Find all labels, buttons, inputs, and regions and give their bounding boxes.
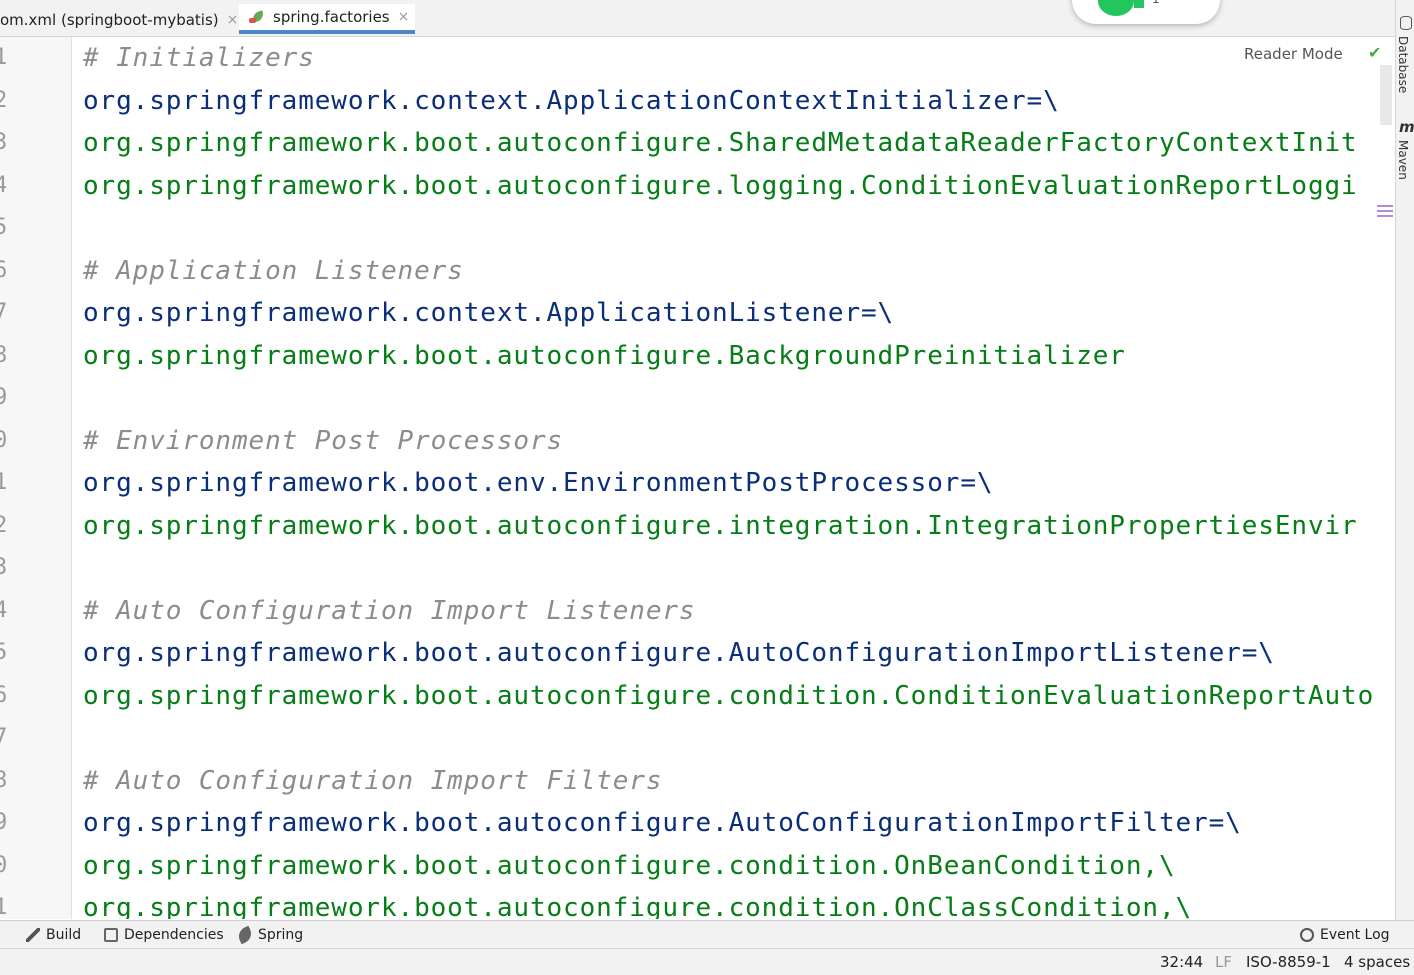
close-icon[interactable]: × — [398, 9, 410, 25]
code-line[interactable]: # Auto Configuration Import Filters — [83, 761, 662, 801]
code-line[interactable]: org.springframework.boot.autoconfigure.c… — [83, 846, 1176, 886]
code-editor[interactable]: Reader Mode ✔ # Initializers org.springfr… — [72, 37, 1393, 919]
line-number-gutter[interactable]: 1 2 3 4 5 6 7 8 9 0 1 2 3 4 5 6 7 8 9 0 1 — [0, 37, 72, 919]
tab-label: spring.factories — [273, 8, 390, 26]
code-line[interactable]: org.springframework.boot.env.Environment… — [83, 463, 993, 503]
close-icon[interactable]: × — [227, 12, 239, 28]
code-line[interactable]: # Application Listeners — [83, 251, 464, 291]
inspection-ok-icon[interactable]: ✔ — [1368, 43, 1381, 62]
hammer-icon — [26, 928, 40, 942]
event-log-tool-button[interactable]: Event Log — [1300, 927, 1390, 943]
database-tool-button[interactable]: Database — [1396, 36, 1410, 93]
line-number: 2 — [0, 511, 7, 541]
line-separator[interactable]: LF — [1215, 953, 1232, 971]
tool-window-bar: Build Dependencies Spring Event Log — [0, 920, 1414, 949]
line-number: 0 — [0, 851, 7, 881]
spring-tool-button[interactable]: Spring — [235, 925, 304, 945]
code-line[interactable]: # Environment Post Processors — [83, 421, 563, 461]
tab-pom-xml[interactable]: om.xml (springboot-mybatis) × — [0, 6, 238, 34]
code-line[interactable]: org.springframework.boot.autoconfigure.A… — [83, 803, 1242, 843]
scroll-marker[interactable] — [1377, 210, 1393, 212]
line-number: 1 — [0, 893, 7, 919]
line-number: 0 — [0, 426, 7, 456]
line-number: 6 — [0, 681, 7, 711]
line-number: 9 — [0, 383, 7, 413]
spring-leaf-icon — [235, 925, 255, 945]
code-line[interactable]: org.springframework.boot.autoconfigure.B… — [83, 336, 1126, 376]
widget-count: 1 — [1152, 0, 1160, 6]
code-line[interactable]: org.springframework.boot.autoconfigure.i… — [83, 506, 1358, 546]
maven-icon[interactable]: m — [1399, 118, 1414, 136]
line-number: 3 — [0, 553, 7, 583]
line-number: 2 — [0, 86, 7, 116]
line-number: 8 — [0, 766, 7, 796]
caret-position[interactable]: 32:44 — [1160, 953, 1203, 971]
line-number: 7 — [0, 298, 7, 328]
event-log-label: Event Log — [1320, 927, 1390, 943]
code-line[interactable]: # Auto Configuration Import Listeners — [83, 591, 695, 631]
line-number: 5 — [0, 638, 7, 668]
right-tool-sidebar: Database m Maven — [1395, 0, 1414, 920]
battery-icon — [1134, 0, 1144, 8]
code-line[interactable]: org.springframework.boot.autoconfigure.S… — [83, 123, 1358, 163]
dependencies-label: Dependencies — [124, 927, 224, 943]
build-tool-button[interactable]: Build — [26, 927, 81, 943]
reader-mode-button[interactable]: Reader Mode — [1244, 45, 1343, 63]
line-number: 4 — [0, 596, 7, 626]
line-number: 6 — [0, 256, 7, 286]
database-icon[interactable] — [1400, 16, 1412, 30]
dependencies-tool-button[interactable]: Dependencies — [104, 927, 224, 943]
code-line[interactable]: # Initializers — [83, 38, 315, 78]
spring-file-icon — [249, 10, 267, 24]
event-log-icon — [1300, 928, 1314, 942]
code-line[interactable]: org.springframework.context.ApplicationC… — [83, 81, 1060, 121]
code-line[interactable]: org.springframework.boot.autoconfigure.A… — [83, 633, 1275, 673]
scroll-marker[interactable] — [1377, 205, 1393, 207]
file-encoding[interactable]: ISO-8859-1 — [1246, 953, 1331, 971]
line-number: 1 — [0, 43, 7, 73]
maven-tool-button[interactable]: Maven — [1396, 140, 1410, 180]
line-number: 7 — [0, 723, 7, 753]
spring-label: Spring — [258, 927, 304, 943]
dependencies-icon — [104, 928, 118, 942]
line-number: 4 — [0, 171, 7, 201]
line-number: 1 — [0, 468, 7, 498]
code-line[interactable]: org.springframework.context.ApplicationL… — [83, 293, 894, 333]
line-number: 5 — [0, 213, 7, 243]
status-bar: 32:44 LF ISO-8859-1 4 spaces — [0, 948, 1414, 975]
tab-spring-factories[interactable]: spring.factories × — [239, 4, 415, 34]
code-line[interactable]: org.springframework.boot.autoconfigure.c… — [83, 888, 1192, 919]
line-number: 8 — [0, 341, 7, 371]
line-number: 9 — [0, 808, 7, 838]
indent-setting[interactable]: 4 spaces — [1344, 953, 1410, 971]
floating-widget[interactable]: 1 — [1072, 0, 1220, 24]
code-line[interactable]: org.springframework.boot.autoconfigure.c… — [83, 676, 1374, 716]
build-label: Build — [46, 927, 82, 943]
code-line[interactable]: org.springframework.boot.autoconfigure.l… — [83, 166, 1358, 206]
status-circle-icon — [1098, 0, 1134, 16]
editor-scrollbar[interactable] — [1380, 65, 1392, 125]
line-number: 3 — [0, 128, 7, 158]
scroll-marker[interactable] — [1377, 215, 1393, 217]
tab-label: om.xml (springboot-mybatis) — [0, 11, 219, 29]
